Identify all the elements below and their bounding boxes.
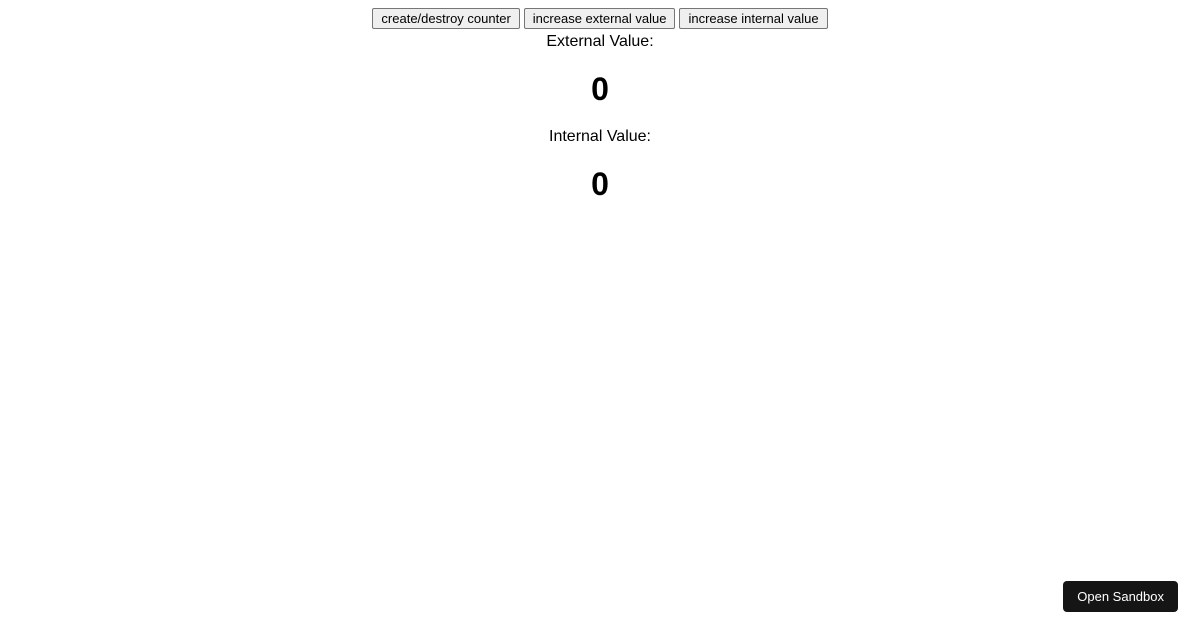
increase-internal-value-button[interactable]: increase internal value [679,8,827,29]
internal-value: 0 [0,166,1200,203]
open-sandbox-button[interactable]: Open Sandbox [1063,581,1178,612]
external-value: 0 [0,71,1200,108]
button-row: create/destroy counter increase external… [0,8,1200,29]
increase-external-value-button[interactable]: increase external value [524,8,676,29]
create-destroy-counter-button[interactable]: create/destroy counter [372,8,519,29]
main-content: create/destroy counter increase external… [0,0,1200,203]
external-value-label: External Value: [0,33,1200,51]
internal-value-label: Internal Value: [0,128,1200,146]
